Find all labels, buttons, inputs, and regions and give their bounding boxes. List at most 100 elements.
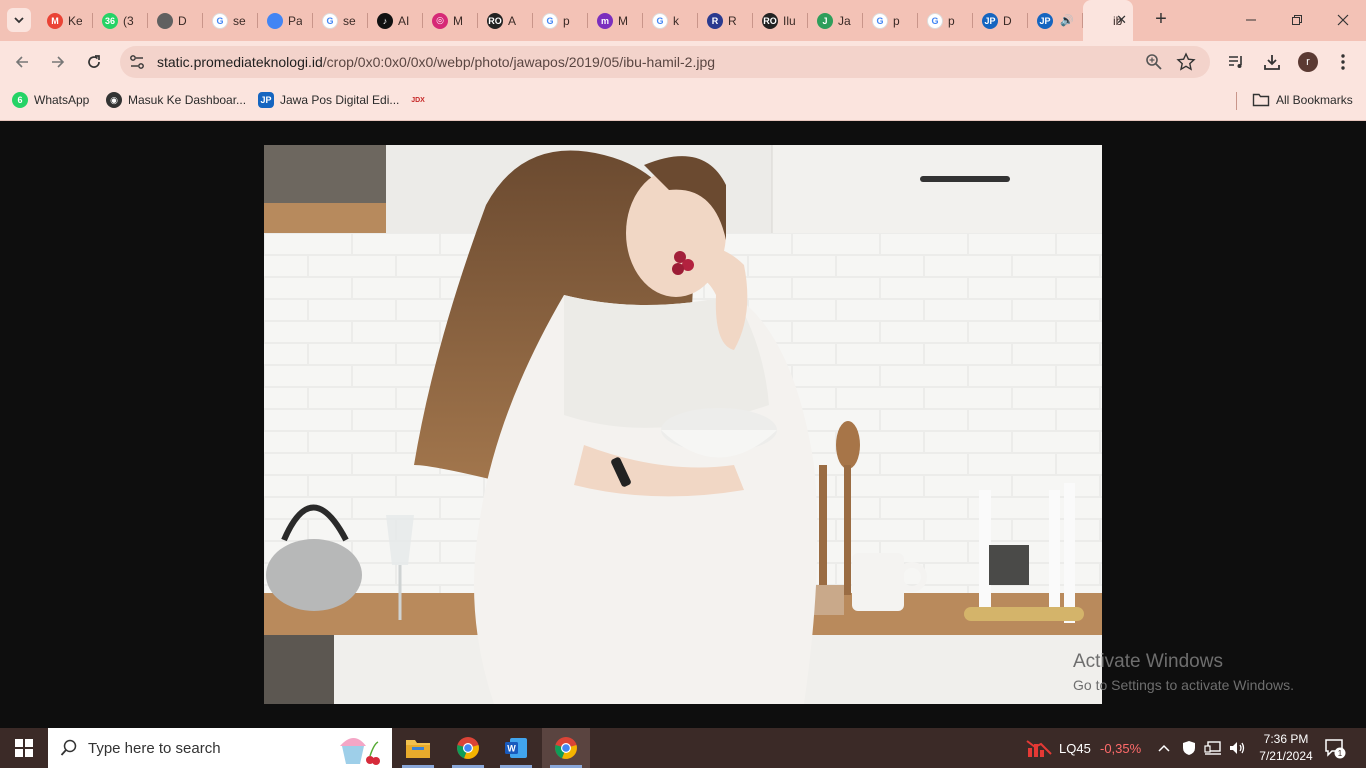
stock-name[interactable]: LQ45 (1059, 741, 1091, 756)
browser-tab[interactable]: Gp (863, 0, 918, 41)
tab-title: k (673, 13, 679, 28)
stock-change[interactable]: -0,35% (1100, 741, 1141, 756)
clock-date[interactable]: 7/21/2024 (1254, 749, 1318, 763)
chevron-up-icon[interactable] (1157, 742, 1171, 754)
browser-tab[interactable]: ib ✕ (1083, 0, 1133, 41)
bookmark-item[interactable]: 6 WhatsApp (12, 92, 89, 108)
forward-button[interactable] (46, 50, 70, 74)
zoom-icon[interactable] (1145, 53, 1163, 71)
pregnant-woman-photo[interactable] (264, 145, 1102, 704)
tab-list: M Ke 36 (3 D Gse Pa Gse ♪ AI ◎ M RO A Gp m M Gk R R RO Ilu J Ja… (38, 0, 1133, 41)
folder-icon (406, 740, 430, 758)
tab-title: se (233, 13, 246, 28)
browser-tab[interactable]: D (148, 0, 203, 41)
minimize-button[interactable] (1239, 8, 1263, 32)
bookmark-item[interactable]: JDX (409, 92, 433, 108)
clock-time[interactable]: 7:36 PM (1254, 732, 1318, 746)
close-window-button[interactable] (1331, 8, 1355, 32)
browser-tab[interactable]: ♪ AI (368, 0, 423, 41)
word-icon: W (505, 738, 527, 758)
bookmark-label: Masuk Ke Dashboar... (128, 93, 247, 107)
address-bar[interactable]: static.promediateknologi.id/crop/0x0:0x0… (120, 46, 1210, 78)
bookmark-item[interactable]: ◉ Masuk Ke Dashboar... (106, 92, 246, 108)
browser-tab[interactable]: Gse (313, 0, 368, 41)
speaker-icon[interactable]: 🔊 (1060, 14, 1074, 27)
bookmark-star-icon[interactable] (1176, 52, 1196, 72)
reload-button[interactable] (82, 50, 106, 74)
instagram-icon: ◎ (432, 12, 448, 29)
tab-title: (3 (123, 13, 134, 28)
site-icon: RO (487, 12, 503, 29)
taskbar-chrome[interactable] (444, 728, 492, 768)
browser-tab[interactable]: RO Ilu (753, 0, 808, 41)
minimize-icon (1246, 19, 1256, 21)
whatsapp-icon: 6 (12, 92, 28, 108)
google-icon: G (212, 12, 228, 29)
tab-title: Ilu (783, 13, 796, 28)
browser-tab[interactable]: RR (698, 0, 753, 41)
close-tab-icon[interactable]: ✕ (1116, 12, 1127, 28)
stock-chart-icon[interactable] (1026, 738, 1052, 758)
taskbar-search-box[interactable]: Type here to search (48, 728, 392, 768)
browser-tab[interactable]: Gk (643, 0, 698, 41)
tab-title: M (453, 13, 463, 28)
browser-tab[interactable]: M Ke (38, 0, 93, 41)
url-path: /crop/0x0:0x0/0x0/webp/photo/jawapos/201… (322, 54, 716, 70)
site-settings-icon[interactable] (128, 53, 146, 71)
browser-tab[interactable]: ◎ M (423, 0, 478, 41)
back-button[interactable] (10, 50, 34, 74)
site-icon: R (707, 12, 723, 29)
chrome-icon (555, 737, 577, 759)
site-icon: m (597, 12, 613, 29)
jawapos-icon: JP (258, 92, 274, 108)
browser-tab[interactable]: 36 (3 (93, 0, 148, 41)
all-bookmarks-button[interactable]: All Bookmarks (1252, 92, 1353, 108)
browser-tab[interactable]: JP D (973, 0, 1028, 41)
tab-title: R (728, 13, 737, 28)
search-placeholder: Type here to search (88, 740, 221, 757)
taskbar-chrome-profile[interactable] (542, 728, 590, 768)
chevron-down-icon (14, 17, 24, 24)
browser-tab[interactable]: J Ja (808, 0, 863, 41)
bookmarks-divider (1236, 92, 1237, 110)
taskbar-word[interactable]: W (492, 728, 540, 768)
page-icon (1092, 12, 1108, 29)
browser-menu-button[interactable] (1332, 51, 1354, 73)
downloads-button[interactable] (1261, 51, 1283, 73)
tab-search-button[interactable] (7, 8, 31, 32)
music-queue-icon (1229, 56, 1242, 68)
cupcake-icon (340, 738, 380, 765)
notification-count: 1 (1338, 749, 1343, 758)
browser-tab[interactable]: JP 🔊 (1028, 0, 1083, 41)
taskbar-file-explorer[interactable] (394, 728, 442, 768)
restore-button[interactable] (1285, 8, 1309, 32)
tab-title: A (508, 13, 517, 28)
browser-tab[interactable]: Gp (533, 0, 588, 41)
browser-toolbar: static.promediateknologi.id/crop/0x0:0x0… (0, 41, 1366, 83)
network-icon[interactable] (1204, 740, 1222, 756)
tab-title: M (618, 13, 628, 28)
tab-strip: M Ke 36 (3 D Gse Pa Gse ♪ AI ◎ M RO A Gp m M Gk R R RO Ilu J Ja… (0, 0, 1366, 41)
start-button[interactable] (0, 728, 48, 768)
whatsapp-icon: 36 (102, 12, 118, 29)
bookmark-label: Jawa Pos Digital Edi... (280, 93, 400, 107)
security-icon[interactable] (1181, 740, 1197, 756)
browser-tab[interactable]: Gse (203, 0, 258, 41)
notification-center-button[interactable]: 1 (1324, 737, 1346, 759)
media-controls-button[interactable] (1225, 51, 1247, 73)
notification-icon: 1 (1325, 739, 1346, 759)
browser-tab[interactable]: RO A (478, 0, 533, 41)
bookmark-item[interactable]: JP Jawa Pos Digital Edi... (258, 92, 399, 108)
volume-icon[interactable] (1228, 740, 1246, 756)
url-text[interactable]: static.promediateknologi.id/crop/0x0:0x0… (157, 54, 715, 70)
url-host: static.promediateknologi.id (157, 54, 323, 70)
tab-title: Ja (838, 13, 851, 28)
photo-illustration (264, 145, 1102, 704)
profile-button[interactable]: r (1297, 51, 1319, 73)
browser-tab[interactable]: Pa (258, 0, 313, 41)
browser-tab[interactable]: Gp (918, 0, 973, 41)
google-icon: G (322, 12, 338, 29)
reload-icon (88, 55, 100, 68)
browser-tab[interactable]: mM (588, 0, 643, 41)
new-tab-button[interactable]: + (1150, 9, 1172, 31)
